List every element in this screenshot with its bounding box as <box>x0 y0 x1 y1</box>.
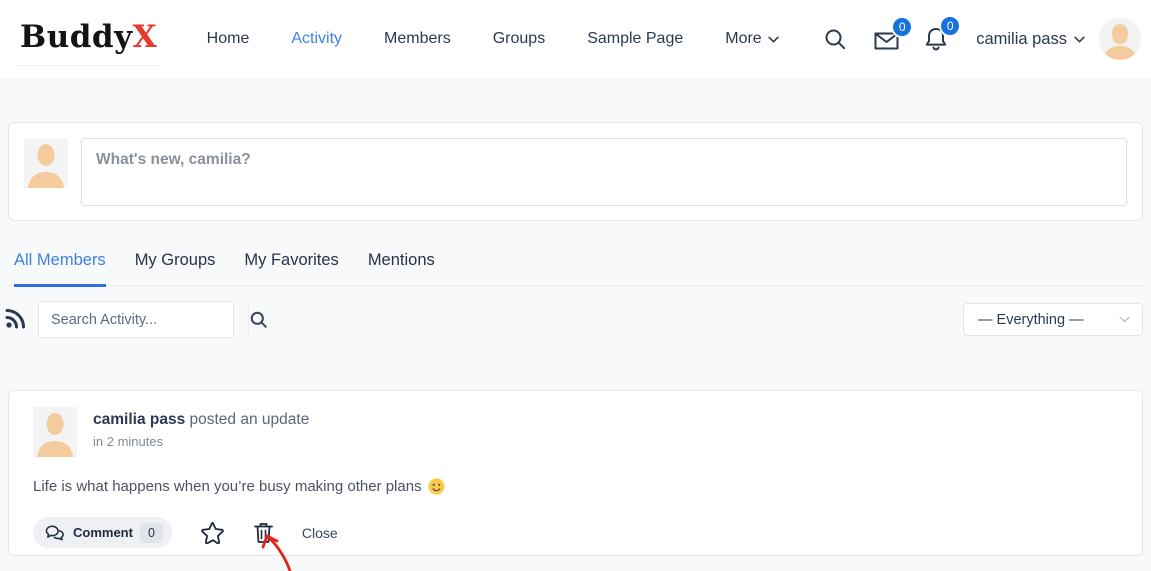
composer-avatar <box>24 138 68 188</box>
chevron-down-icon <box>1119 316 1130 323</box>
activity-search-submit[interactable] <box>248 302 268 337</box>
avatar-silhouette <box>1099 18 1141 60</box>
chevron-down-icon <box>1074 36 1085 42</box>
post-composer-card <box>8 122 1143 221</box>
slightly-smiling-face-emoji <box>428 478 445 495</box>
activity-search-input[interactable] <box>39 302 248 337</box>
post-author-avatar[interactable] <box>33 407 77 457</box>
nav-item[interactable]: Groups <box>493 30 545 48</box>
nav-item-label: Members <box>384 30 451 47</box>
rss-feed-button[interactable] <box>5 308 26 334</box>
post-header-text: camilia pass posted an update in 2 minut… <box>93 407 309 457</box>
activity-filter-row: — Everything — <box>0 300 1151 338</box>
chevron-down-icon <box>768 36 779 42</box>
post-header: camilia pass posted an update in 2 minut… <box>33 407 1118 457</box>
whats-new-input[interactable] <box>81 138 1127 206</box>
activity-tab[interactable]: Mentions <box>368 245 435 287</box>
nav-item-label: Sample Page <box>587 30 684 47</box>
avatar-silhouette <box>24 138 68 188</box>
comment-count-badge: 0 <box>139 522 163 543</box>
trash-icon <box>254 522 273 543</box>
nav-item[interactable]: Home <box>207 30 250 48</box>
user-name: camilia pass <box>976 29 1067 48</box>
post-timestamp[interactable]: in 2 minutes <box>93 434 309 449</box>
site-header: Buddy X Home Activity Members Groups Sam… <box>0 0 1151 78</box>
comment-button-label: Comment <box>73 525 133 540</box>
activity-tab[interactable]: My Groups <box>135 245 216 287</box>
nav-item-label: Home <box>206 30 250 47</box>
post-title: camilia pass posted an update <box>93 411 309 429</box>
star-icon <box>201 521 224 544</box>
post-author-link[interactable]: camilia pass <box>93 411 185 428</box>
tab-label: My Favorites <box>244 251 339 269</box>
activity-search-box <box>38 301 267 338</box>
activity-post: camilia pass posted an update in 2 minut… <box>8 390 1143 556</box>
search-icon <box>825 29 846 50</box>
post-actions: Comment 0 Close <box>33 517 1118 548</box>
user-avatar[interactable] <box>1099 18 1141 60</box>
buddyx-activity-page: Buddy X Home Activity Members Groups Sam… <box>0 0 1151 571</box>
nav-item-label: More <box>725 30 762 47</box>
messages-button[interactable]: 0 <box>873 16 914 51</box>
nav-item-label: Activity <box>291 30 343 47</box>
activity-tab[interactable]: My Favorites <box>244 245 338 287</box>
comment-bubbles-icon <box>45 524 64 541</box>
activity-tab[interactable]: All Members <box>14 245 106 287</box>
nav-item[interactable]: More <box>725 30 779 48</box>
user-menu[interactable]: camilia pass <box>976 30 1085 49</box>
post-text: Life is what happens when you’re busy ma… <box>33 478 422 495</box>
messages-count-badge[interactable]: 0 <box>891 16 914 38</box>
comment-button[interactable]: Comment 0 <box>33 517 172 548</box>
notifications-button[interactable]: 0 <box>924 15 962 52</box>
nav-item[interactable]: Activity <box>291 30 342 48</box>
search-icon <box>250 311 267 328</box>
activity-filter-select[interactable]: — Everything — <box>963 303 1143 336</box>
header-right: 0 0 camilia pass <box>823 15 1141 60</box>
nav-item[interactable]: Members <box>384 30 451 48</box>
header-search-button[interactable] <box>823 27 847 51</box>
post-action-text: posted an update <box>185 411 310 428</box>
filter-selected-value: — Everything — <box>978 311 1084 328</box>
activity-tabs: All Members My Groups My Favorites Menti… <box>8 245 1143 287</box>
post-content: Life is what happens when you’re busy ma… <box>33 478 1118 495</box>
delete-button[interactable] <box>254 522 273 544</box>
close-link[interactable]: Close <box>302 525 338 541</box>
main-nav: Home Activity Members Groups Sample Page… <box>207 30 779 48</box>
site-logo[interactable]: Buddy X <box>16 13 161 66</box>
tab-label: My Groups <box>134 251 216 269</box>
avatar-silhouette <box>33 407 77 457</box>
notifications-count-badge[interactable]: 0 <box>939 15 962 37</box>
tab-label: All Members <box>14 251 106 269</box>
tab-label: Mentions <box>367 251 435 269</box>
logo-text-primary: Buddy <box>20 18 133 55</box>
nav-item[interactable]: Sample Page <box>587 30 683 48</box>
logo-text-accent: X <box>132 18 157 55</box>
rss-icon <box>5 309 25 329</box>
nav-item-label: Groups <box>492 30 546 47</box>
favorite-button[interactable] <box>201 521 225 544</box>
